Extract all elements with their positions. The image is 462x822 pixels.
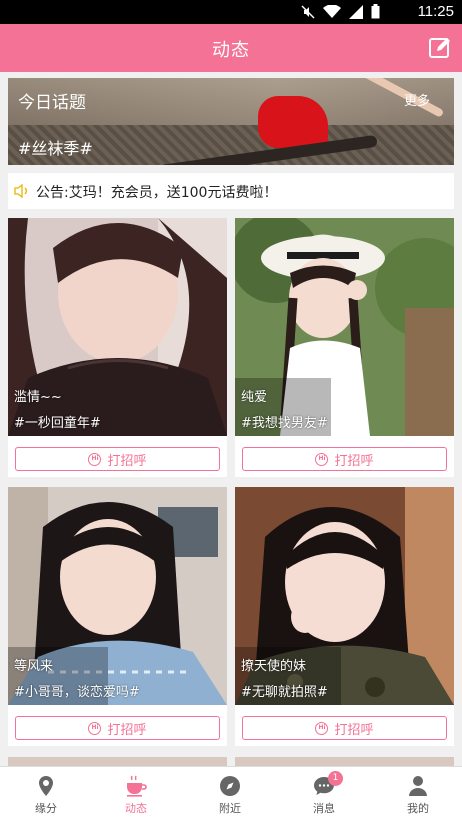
user-card[interactable]: 纯爱 #我想找男友# Hi 打招呼 <box>235 218 454 477</box>
signal-icon <box>349 4 363 19</box>
tab-label: 附近 <box>219 802 241 815</box>
bottom-tab-bar: 缘分 动态 附近 1 消息 我的 <box>0 766 462 822</box>
user-card[interactable]: 撩天使的妹 #无聊就拍照# Hi 打招呼 <box>235 487 454 746</box>
speaker-icon <box>14 183 27 199</box>
user-name: 纯爱 <box>241 390 268 405</box>
banner-tag[interactable]: #丝袜季# <box>18 135 93 159</box>
edit-icon[interactable] <box>428 36 452 60</box>
greet-button[interactable]: Hi 打招呼 <box>242 716 447 740</box>
user-topic[interactable]: #我想找男友# <box>241 412 328 431</box>
location-pin-icon <box>39 776 53 796</box>
tab-label: 我的 <box>407 802 429 815</box>
battery-icon <box>371 4 380 19</box>
user-name: 等风来 <box>14 659 54 674</box>
user-topic[interactable]: #无聊就拍照# <box>241 681 328 700</box>
hi-icon: Hi <box>315 721 329 735</box>
hi-icon: Hi <box>88 452 102 466</box>
banner-title: 今日话题 <box>18 93 86 113</box>
greet-button[interactable]: Hi 打招呼 <box>242 447 447 471</box>
user-name: 滥情~~ <box>14 390 62 405</box>
tab-label: 缘分 <box>35 802 57 815</box>
tab-xiaoxi[interactable]: 1 消息 <box>278 767 370 822</box>
user-card-peek <box>235 757 454 766</box>
greet-label: 打招呼 <box>107 453 147 469</box>
banner-figure <box>258 96 328 148</box>
banner-more-link[interactable]: 更多 <box>404 90 430 109</box>
tab-yuanfen[interactable]: 缘分 <box>0 767 92 822</box>
wifi-icon <box>323 4 341 18</box>
tab-fujin[interactable]: 附近 <box>184 767 276 822</box>
greet-label: 打招呼 <box>334 453 374 469</box>
greet-label: 打招呼 <box>334 722 374 738</box>
coffee-cup-icon <box>127 775 147 797</box>
status-icons <box>301 4 380 19</box>
user-card[interactable]: 滥情~~ #一秒回童年# Hi 打招呼 <box>8 218 227 477</box>
status-bar: 11:25 <box>0 0 462 24</box>
person-icon <box>409 776 427 796</box>
user-name: 撩天使的妹 <box>241 659 307 674</box>
tab-wode[interactable]: 我的 <box>372 767 462 822</box>
tab-label: 消息 <box>313 802 335 815</box>
compass-icon <box>220 776 240 796</box>
user-topic[interactable]: #小哥哥，谈恋爱吗# <box>14 681 140 700</box>
hi-icon: Hi <box>315 452 329 466</box>
announcement-bar[interactable]: 公告:艾玛！充会员，送100元话费啦！ <box>8 173 454 209</box>
status-time: 11:25 <box>417 3 454 20</box>
user-topic[interactable]: #一秒回童年# <box>14 412 101 431</box>
user-card[interactable]: 等风来 #小哥哥，谈恋爱吗# Hi 打招呼 <box>8 487 227 746</box>
greet-button[interactable]: Hi 打招呼 <box>15 447 220 471</box>
hi-icon: Hi <box>88 721 102 735</box>
app-bar: 动态 <box>0 24 462 72</box>
tab-dongtai[interactable]: 动态 <box>90 767 182 822</box>
greet-label: 打招呼 <box>107 722 147 738</box>
announcement-text: 公告:艾玛！充会员，送100元话费啦！ <box>36 185 278 201</box>
page-title: 动态 <box>212 40 250 61</box>
topic-banner[interactable]: 今日话题 更多 #丝袜季# <box>8 78 454 165</box>
tab-label: 动态 <box>125 802 147 815</box>
user-card-peek <box>8 757 227 766</box>
mute-icon <box>301 5 315 18</box>
unread-badge: 1 <box>328 771 343 786</box>
greet-button[interactable]: Hi 打招呼 <box>15 716 220 740</box>
